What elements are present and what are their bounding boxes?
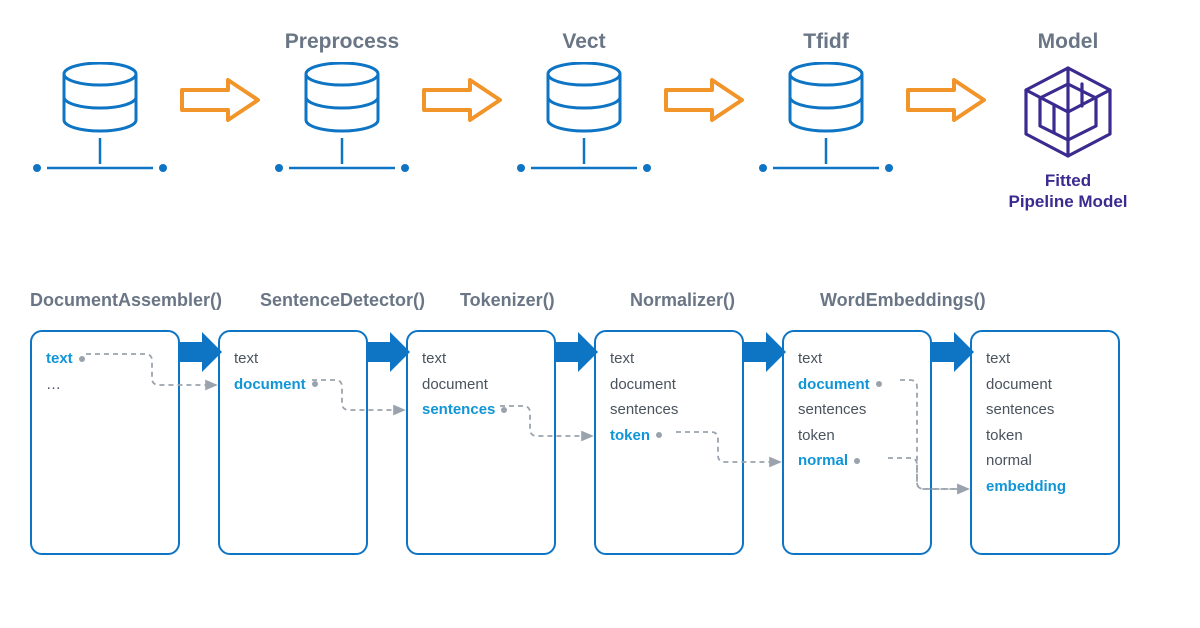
column-item: text — [234, 346, 352, 372]
stage-box-1: text document — [218, 330, 368, 555]
column-item: document — [422, 372, 540, 398]
column-item: … — [46, 372, 164, 398]
database-icon — [301, 62, 383, 140]
pipeline-step-1: Preprocess — [262, 30, 422, 178]
column-item: document — [986, 372, 1104, 398]
result-caption: Fitted Pipeline Model — [1008, 170, 1127, 213]
pipeline-step-3: Tfidf — [746, 30, 906, 178]
database-icon — [785, 62, 867, 140]
step-label: Model — [1038, 30, 1099, 58]
arrow-icon — [176, 328, 226, 378]
dot-icon — [656, 432, 662, 438]
column-item: token — [986, 423, 1104, 449]
stage-box-2: text document sentences — [406, 330, 556, 555]
stage-title: DocumentAssembler() — [30, 290, 260, 320]
column-item: sentences — [986, 397, 1104, 423]
arrow-icon — [906, 78, 988, 122]
stage-boxes-row: text … text document text document sente… — [30, 330, 1170, 555]
column-item: text — [422, 346, 540, 372]
stage-box-5: text document sentences token normal emb… — [970, 330, 1120, 555]
pipeline-result: Model Fitted Pipeline Model — [988, 62, 1148, 213]
column-item: sentences — [798, 397, 916, 423]
column-item: document — [610, 372, 728, 398]
dot-icon — [79, 356, 85, 362]
cube-icon — [1018, 62, 1118, 162]
arrow-icon — [552, 328, 602, 378]
column-item: text — [610, 346, 728, 372]
step-label: Vect — [562, 30, 605, 58]
column-item: normal — [986, 448, 1104, 474]
bottom-pipeline: DocumentAssembler() SentenceDetector() T… — [30, 290, 1170, 600]
step-label: Preprocess — [285, 30, 399, 58]
pipeline-step-0 — [20, 30, 180, 178]
pipeline-step-2: Vect — [504, 30, 664, 178]
column-item: document — [798, 372, 916, 398]
arrow-icon — [422, 78, 504, 122]
stage-box-0: text … — [30, 330, 180, 555]
database-icon — [59, 62, 141, 140]
stage-box-4: text document sentences token normal — [782, 330, 932, 555]
column-item: document — [234, 372, 352, 398]
database-stand-icon — [267, 138, 417, 178]
top-pipeline: Preprocess Vect — [20, 30, 1180, 210]
arrow-icon — [928, 328, 978, 378]
column-item: token — [610, 423, 728, 449]
database-stand-icon — [25, 138, 175, 178]
arrow-icon — [180, 78, 262, 122]
arrow-icon — [364, 328, 414, 378]
dot-icon — [876, 381, 882, 387]
column-item: text — [986, 346, 1104, 372]
step-label: Tfidf — [803, 30, 848, 58]
stage-title: Normalizer() — [630, 290, 820, 320]
column-item: text — [46, 346, 164, 372]
column-item: token — [798, 423, 916, 449]
stage-titles-row: DocumentAssembler() SentenceDetector() T… — [30, 290, 1170, 320]
column-item: sentences — [610, 397, 728, 423]
stage-box-3: text document sentences token — [594, 330, 744, 555]
stage-title: SentenceDetector() — [260, 290, 460, 320]
arrow-icon — [740, 328, 790, 378]
arrow-icon — [664, 78, 746, 122]
dot-icon — [501, 407, 507, 413]
stage-title: WordEmbeddings() — [820, 290, 1020, 320]
database-icon — [543, 62, 625, 140]
column-item: normal — [798, 448, 916, 474]
column-item: embedding — [986, 474, 1104, 500]
dot-icon — [854, 458, 860, 464]
database-stand-icon — [751, 138, 901, 178]
column-item: text — [798, 346, 916, 372]
dot-icon — [312, 381, 318, 387]
database-stand-icon — [509, 138, 659, 178]
column-item: sentences — [422, 397, 540, 423]
stage-title: Tokenizer() — [460, 290, 630, 320]
